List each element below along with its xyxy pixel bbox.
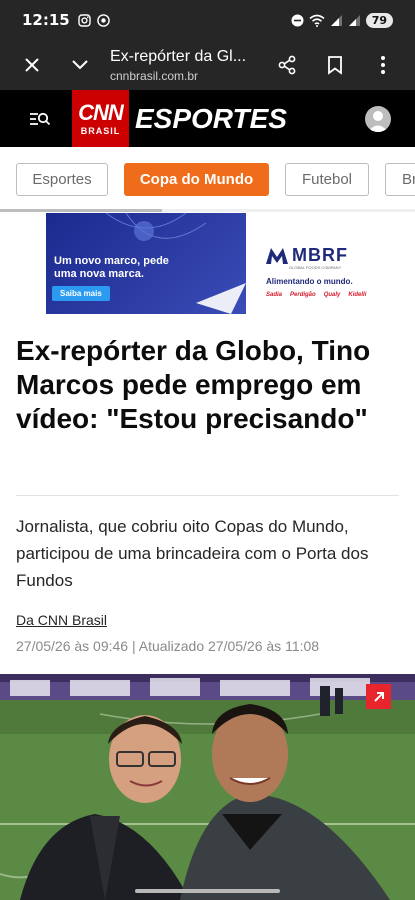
share-icon	[278, 55, 296, 75]
gesture-nav-handle[interactable]	[135, 889, 280, 893]
article-dates: 27/05/26 às 09:46 | Atualizado 27/05/26 …	[16, 638, 320, 654]
ad-brand: MBRF	[292, 245, 348, 265]
logo-text: CNN	[78, 99, 124, 125]
ad-brand-panel: MBRF GLOBAL FOODS COMPANY Alimentando o …	[246, 213, 369, 314]
status-time: 12:15	[22, 11, 70, 29]
ad-slogan: Alimentando o mundo.	[266, 277, 353, 286]
system-icons: 79	[291, 12, 393, 28]
user-icon	[368, 110, 388, 132]
tabs-scroll-thumb[interactable]	[0, 209, 162, 212]
close-tab-button[interactable]	[10, 43, 54, 87]
url-bar[interactable]: Ex-repórter da Gl... cnnbrasil.com.br	[110, 48, 265, 83]
expand-arrow-icon	[373, 691, 384, 702]
logo-subtext: BRASIL	[80, 125, 121, 136]
close-icon	[25, 58, 39, 72]
tab-br[interactable]: Br	[385, 163, 415, 196]
ad-visual: Um novo marco, pede uma nova marca. Saib…	[46, 213, 246, 314]
minimize-button[interactable]	[58, 43, 102, 87]
chevron-down-icon	[72, 60, 88, 70]
more-options-button[interactable]	[361, 43, 405, 87]
bookmark-icon	[328, 56, 342, 75]
mbrf-mark-icon	[266, 247, 288, 264]
signal-icon-2	[348, 14, 360, 26]
section-title[interactable]: ESPORTES	[135, 103, 287, 135]
category-tabs: Esportes Copa do Mundo Futebol Br	[0, 147, 415, 213]
menu-search-button[interactable]	[18, 97, 62, 141]
bookmark-button[interactable]	[313, 43, 357, 87]
instagram-icon	[78, 13, 91, 27]
share-button[interactable]	[265, 43, 309, 87]
ad-brand-list: Sadia Perdigão Qualy Kidelli	[266, 292, 366, 298]
author-link[interactable]: Da CNN Brasil	[16, 612, 107, 628]
wifi-icon	[309, 14, 325, 27]
photo-image	[0, 674, 415, 900]
battery-indicator: 79	[365, 12, 393, 28]
article-headline: Ex-repórter da Globo, Tino Marcos pede e…	[16, 335, 371, 434]
ad-brand-item: Perdigão	[290, 292, 316, 298]
more-vert-icon	[381, 56, 385, 74]
divider	[16, 495, 399, 496]
cnn-logo[interactable]: CNN BRASIL	[72, 90, 129, 147]
page-title: Ex-repórter da Gl...	[110, 47, 247, 65]
site-header: CNN BRASIL ESPORTES	[0, 90, 415, 147]
ad-headline: Um novo marco, pede uma nova marca.	[54, 255, 169, 280]
article-subhead: Jornalista, que cobriu oito Copas do Mun…	[16, 517, 369, 590]
ad-brand-item: Kidelli	[348, 292, 367, 298]
expand-photo-button[interactable]	[366, 684, 391, 709]
mbrf-logo: MBRF	[266, 245, 348, 266]
chrome-icon	[96, 13, 110, 27]
tab-copa-do-mundo[interactable]: Copa do Mundo	[124, 163, 269, 196]
menu-search-icon	[30, 112, 51, 125]
ad-brand-sub: GLOBAL FOODS COMPANY	[289, 265, 342, 270]
notification-icons	[78, 13, 110, 27]
ad-banner[interactable]: Um novo marco, pede uma nova marca. Saib…	[46, 213, 369, 314]
browser-toolbar: Ex-repórter da Gl... cnnbrasil.com.br	[0, 40, 415, 90]
tab-esportes[interactable]: Esportes	[16, 163, 108, 196]
page-domain: cnnbrasil.com.br	[110, 68, 199, 83]
tabs-scrollbar[interactable]	[0, 209, 415, 212]
article-photo[interactable]	[0, 674, 415, 900]
tab-futebol[interactable]: Futebol	[285, 163, 369, 196]
ad-brand-item: Qualy	[323, 292, 341, 298]
ad-brand-item: Sadia	[266, 292, 283, 298]
status-bar: 12:15 79	[0, 0, 415, 40]
ad-cta-button[interactable]: Saiba mais	[52, 286, 110, 301]
signal-icon	[330, 14, 342, 26]
dnd-icon	[291, 14, 304, 26]
profile-button[interactable]	[365, 105, 391, 132]
